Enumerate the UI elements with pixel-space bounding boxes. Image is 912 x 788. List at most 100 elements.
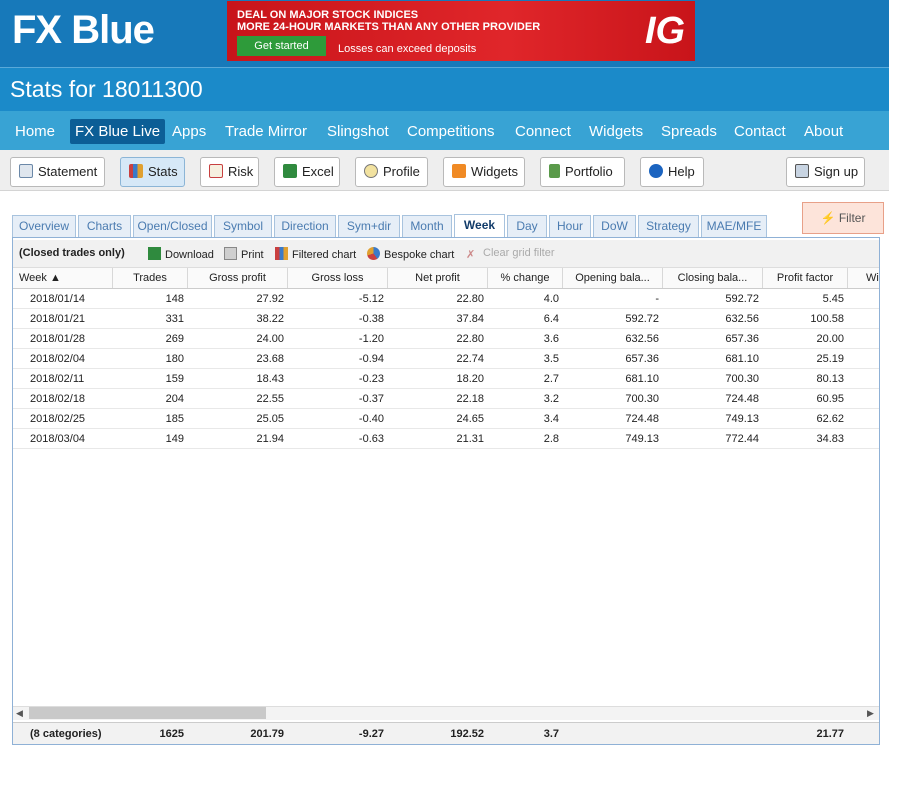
tab-month[interactable]: Month (402, 215, 452, 238)
nav-apps[interactable]: Apps (167, 119, 211, 144)
cell-gross-profit: 38.22 (256, 313, 284, 325)
cell-net-profit: 37.84 (456, 313, 484, 325)
tab-overview[interactable]: Overview (12, 215, 76, 238)
table-row[interactable]: 2018/01/28 269 24.00 -1.20 22.80 3.6 632.56 657… (13, 329, 879, 349)
cell-opening-balance: 657.36 (625, 353, 659, 365)
col-pct-change[interactable]: % change (488, 268, 563, 288)
tab-symbol[interactable]: Symbol (214, 215, 272, 238)
footer-trades: 1625 (159, 728, 184, 740)
nav-widgets[interactable]: Widgets (584, 119, 648, 144)
footer-net-profit: 192.52 (450, 728, 484, 740)
tab-day[interactable]: Day (507, 215, 547, 238)
table-row[interactable]: 2018/01/14 148 27.92 -5.12 22.80 4.0 - 592.72 5.… (13, 289, 879, 309)
footer-gross-profit: 201.79 (250, 728, 284, 740)
grid-scope-label: (Closed trades only) (19, 247, 125, 259)
col-gross-loss[interactable]: Gross loss (288, 268, 388, 288)
nav-about[interactable]: About (799, 119, 848, 144)
cell-closing-balance: 772.44 (725, 433, 759, 445)
statement-button[interactable]: Statement (10, 157, 105, 187)
cell-gross-loss: -0.38 (358, 313, 384, 325)
cell-profit-factor: 62.62 (816, 413, 844, 425)
table-row[interactable]: 2018/02/11 159 18.43 -0.23 18.20 2.7 681.10 700… (13, 369, 879, 389)
tab-dow[interactable]: DoW (593, 215, 636, 238)
main-nav: Home FX Blue Live Apps Trade Mirror Slin… (0, 111, 889, 150)
col-profit-factor[interactable]: Profit factor (763, 268, 848, 288)
nav-contact[interactable]: Contact (729, 119, 791, 144)
sign-up-button[interactable]: Sign up (786, 157, 865, 187)
cell-net-profit: 22.80 (456, 293, 484, 305)
cell-gross-loss: -1.20 (358, 333, 384, 345)
tab-strategy[interactable]: Strategy (638, 215, 699, 238)
tab-open-closed[interactable]: Open/Closed (133, 215, 212, 238)
profile-icon (364, 164, 378, 178)
footer-closing-balance (663, 723, 759, 745)
footer-opening-balance (563, 723, 659, 745)
table-row[interactable]: 2018/02/18 204 22.55 -0.37 22.18 3.2 700.30 724… (13, 389, 879, 409)
table-row[interactable]: 2018/02/25 185 25.05 -0.40 24.65 3.4 724.48 749… (13, 409, 879, 429)
bar-chart-icon (129, 164, 143, 178)
col-week[interactable]: Week ▲ (13, 268, 113, 288)
banner-line-2: MORE 24-HOUR MARKETS THAN ANY OTHER PROV… (237, 21, 541, 33)
excel-icon (148, 247, 161, 260)
print-button[interactable]: Print (224, 247, 264, 261)
col-win[interactable]: Wi (848, 268, 879, 288)
column-header-row: Week ▲ Trades Gross profit Gross loss Ne… (13, 268, 879, 289)
clear-grid-filter-button[interactable]: ✗ Clear grid filter (466, 247, 555, 261)
nav-fx-blue-live[interactable]: FX Blue Live (70, 119, 166, 144)
nav-competitions[interactable]: Competitions (402, 119, 500, 144)
cell-trades: 269 (165, 333, 184, 345)
col-opening-balance[interactable]: Opening bala... (563, 268, 663, 288)
bespoke-chart-button[interactable]: Bespoke chart (367, 247, 454, 261)
tab-week[interactable]: Week (454, 214, 505, 238)
help-button[interactable]: Help (640, 157, 704, 187)
profile-button[interactable]: Profile (355, 157, 428, 187)
widgets-button[interactable]: Widgets (443, 157, 525, 187)
table-row[interactable]: 2018/03/04 149 21.94 -0.63 21.31 2.8 749.13 772… (13, 429, 879, 449)
scrollbar-thumb[interactable] (29, 707, 266, 719)
tab-hour[interactable]: Hour (549, 215, 591, 238)
nav-spreads[interactable]: Spreads (656, 119, 722, 144)
col-closing-balance[interactable]: Closing bala... (663, 268, 763, 288)
col-trades[interactable]: Trades (113, 268, 188, 288)
cell-net-profit: 22.74 (456, 353, 484, 365)
tab-charts[interactable]: Charts (78, 215, 131, 238)
cell-trades: 331 (165, 313, 184, 325)
footer-pct-change: 3.7 (543, 728, 559, 740)
cell-trades: 204 (165, 393, 184, 405)
filtered-chart-button[interactable]: Filtered chart (275, 247, 356, 261)
risk-button[interactable]: Risk (200, 157, 259, 187)
tab-mae-mfe[interactable]: MAE/MFE (701, 215, 767, 238)
nav-connect[interactable]: Connect (510, 119, 576, 144)
download-button[interactable]: Download (148, 247, 214, 261)
cell-opening-balance: 700.30 (625, 393, 659, 405)
cell-gross-profit: 23.68 (256, 353, 284, 365)
tab-sym-dir[interactable]: Sym+dir (338, 215, 400, 238)
cell-opening-balance: 632.56 (625, 333, 659, 345)
table-row[interactable]: 2018/01/21 331 38.22 -0.38 37.84 6.4 592.72 632… (13, 309, 879, 329)
cell-gross-profit: 21.94 (256, 433, 284, 445)
portfolio-button[interactable]: Portfolio (540, 157, 625, 187)
cell-pct-change: 3.6 (543, 333, 559, 345)
nav-trade-mirror[interactable]: Trade Mirror (220, 119, 312, 144)
excel-button[interactable]: Excel (274, 157, 340, 187)
filter-button[interactable]: ⚡ Filter (802, 202, 884, 234)
cell-gross-profit: 18.43 (256, 373, 284, 385)
nav-home[interactable]: Home (10, 119, 60, 144)
cell-pct-change: 2.7 (543, 373, 559, 385)
ad-banner[interactable]: DEAL ON MAJOR STOCK INDICES MORE 24-HOUR… (227, 1, 695, 61)
cell-closing-balance: 700.30 (725, 373, 759, 385)
table-row[interactable]: 2018/02/04 180 23.68 -0.94 22.74 3.5 657.36 681… (13, 349, 879, 369)
scroll-left-icon[interactable]: ◀ (16, 706, 23, 720)
cell-trades: 185 (165, 413, 184, 425)
fxblue-logo[interactable]: FX Blue (12, 8, 155, 53)
stats-button[interactable]: Stats (120, 157, 185, 187)
col-net-profit[interactable]: Net profit (388, 268, 488, 288)
tab-direction[interactable]: Direction (274, 215, 336, 238)
cell-net-profit: 18.20 (456, 373, 484, 385)
cell-pct-change: 4.0 (543, 293, 559, 305)
banner-get-started-button[interactable]: Get started (237, 36, 326, 56)
scroll-right-icon[interactable]: ▶ (867, 706, 874, 720)
col-gross-profit[interactable]: Gross profit (188, 268, 288, 288)
nav-slingshot[interactable]: Slingshot (322, 119, 394, 144)
banner-line-1: DEAL ON MAJOR STOCK INDICES (237, 9, 419, 21)
